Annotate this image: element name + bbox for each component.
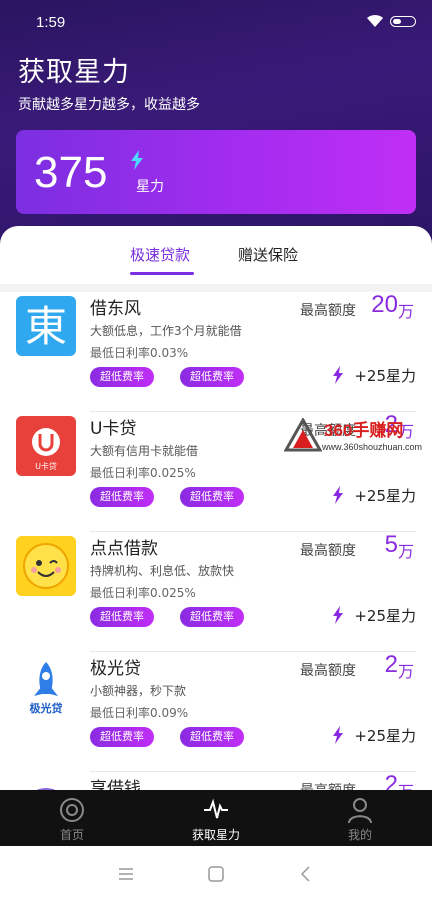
wifi-icon <box>367 14 383 27</box>
tab-fast-loan[interactable]: 极速贷款 <box>130 244 190 265</box>
home-button-icon[interactable] <box>206 864 226 884</box>
watermark-logo-icon <box>284 418 322 452</box>
dongfeng-logo: 東 <box>16 296 76 356</box>
svg-text:U卡贷: U卡贷 <box>35 461 57 471</box>
limit-label: 最高额度 <box>300 663 356 679</box>
page-subtitle: 贡献越多星力越多，收益越多 <box>18 97 200 113</box>
loan-name: 极光贷 <box>90 659 141 679</box>
loan-desc: 大额有信用卡就能借 <box>90 444 199 458</box>
tab-label: 首页 <box>59 828 84 842</box>
loan-desc: 小额神器，秒下款 <box>90 684 187 698</box>
lightning-icon <box>333 486 343 504</box>
pulse-icon <box>204 798 228 819</box>
status-time: 1:59 <box>36 14 66 31</box>
list-item[interactable]: 极光贷 极光贷 小额神器，秒下款 最低日利率0.09% 超低费率 超低费率 最高… <box>0 651 432 772</box>
rate-tag: 超低费率 <box>90 367 154 387</box>
tab-get-points[interactable]: 获取星力 <box>144 790 288 846</box>
lightning-icon <box>131 150 143 170</box>
bottom-tab-bar: 首页 获取星力 我的 <box>0 790 432 846</box>
tab-free-insurance[interactable]: 赠送保险 <box>238 244 298 265</box>
rate-tag: 超低费率 <box>180 727 244 747</box>
list-item[interactable]: 点点借款 持牌机构、利息低、放款快 最低日利率0.025% 超低费率 超低费率 … <box>0 531 432 652</box>
loan-name: U卡贷 <box>90 419 137 439</box>
reward-text: +25星力 <box>354 607 416 625</box>
tab-label: 获取星力 <box>191 828 240 842</box>
loan-rate: 最低日利率0.025% <box>90 586 196 600</box>
rate-tag: 超低费率 <box>180 607 244 627</box>
lightning-icon <box>333 606 343 624</box>
battery-icon <box>390 16 416 27</box>
content-panel: 极速贷款 赠送保险 東 借东风 大额低息，工作3个月就能借 最低日利率0.03%… <box>0 226 432 796</box>
reward-text: +25星力 <box>354 367 416 385</box>
limit-unit: 万 <box>397 302 414 321</box>
loan-rate: 最低日利率0.025% <box>90 466 196 480</box>
rate-tag: 超低费率 <box>180 367 244 387</box>
loan-rate: 最低日利率0.09% <box>90 706 189 720</box>
svg-text:极光贷: 极光贷 <box>30 701 63 715</box>
rocket-logo: 极光贷 <box>16 656 76 716</box>
points-unit: 星力 <box>136 179 164 195</box>
limit-label: 最高额度 <box>300 303 356 319</box>
watermark: 360手赚网 www.360shouzhuan.com <box>280 414 432 458</box>
tab-home[interactable]: 首页 <box>0 790 144 846</box>
limit-unit: 万 <box>397 542 414 561</box>
svg-text:東: 東 <box>25 302 67 351</box>
ukadai-logo: U卡贷 <box>16 416 76 476</box>
list-item[interactable]: 東 借东风 大额低息，工作3个月就能借 最低日利率0.03% 超低费率 超低费率… <box>0 291 432 412</box>
user-icon <box>348 798 372 824</box>
tab-active-indicator <box>130 272 194 275</box>
reward-text: +25星力 <box>354 487 416 505</box>
page-title: 获取星力 <box>18 57 130 88</box>
limit-value: 5 <box>384 531 398 558</box>
rate-tag: 超低费率 <box>90 727 154 747</box>
lightning-icon <box>333 726 343 744</box>
watermark-url: www.360shouzhuan.com <box>322 442 423 452</box>
lightning-icon <box>333 366 343 384</box>
back-icon[interactable] <box>296 864 316 884</box>
points-value: 375 <box>34 148 108 197</box>
loan-desc: 大额低息，工作3个月就能借 <box>90 324 242 338</box>
loan-name: 借东风 <box>90 299 141 319</box>
limit-value: 20 <box>371 291 398 318</box>
reward-text: +25星力 <box>354 727 416 745</box>
tab-profile[interactable]: 我的 <box>288 790 432 846</box>
loan-name: 点点借款 <box>90 539 158 559</box>
system-nav-bar <box>0 846 432 900</box>
watermark-text: 360手赚网 <box>324 421 404 440</box>
status-bar: 1:59 <box>0 0 432 44</box>
menu-icon[interactable] <box>116 864 136 884</box>
home-icon <box>60 798 84 822</box>
points-card: 375 星力 <box>16 130 416 214</box>
loan-rate: 最低日利率0.03% <box>90 346 189 360</box>
loan-desc: 持牌机构、利息低、放款快 <box>90 564 235 578</box>
rate-tag: 超低费率 <box>180 487 244 507</box>
divider <box>0 284 432 292</box>
limit-unit: 万 <box>397 662 414 681</box>
limit-value: 2 <box>384 651 398 678</box>
tab-bar-top: 极速贷款 赠送保险 <box>0 226 432 282</box>
rate-tag: 超低费率 <box>90 607 154 627</box>
limit-label: 最高额度 <box>300 543 356 559</box>
tab-label: 我的 <box>347 828 372 842</box>
smiley-logo <box>16 536 76 596</box>
rate-tag: 超低费率 <box>90 487 154 507</box>
